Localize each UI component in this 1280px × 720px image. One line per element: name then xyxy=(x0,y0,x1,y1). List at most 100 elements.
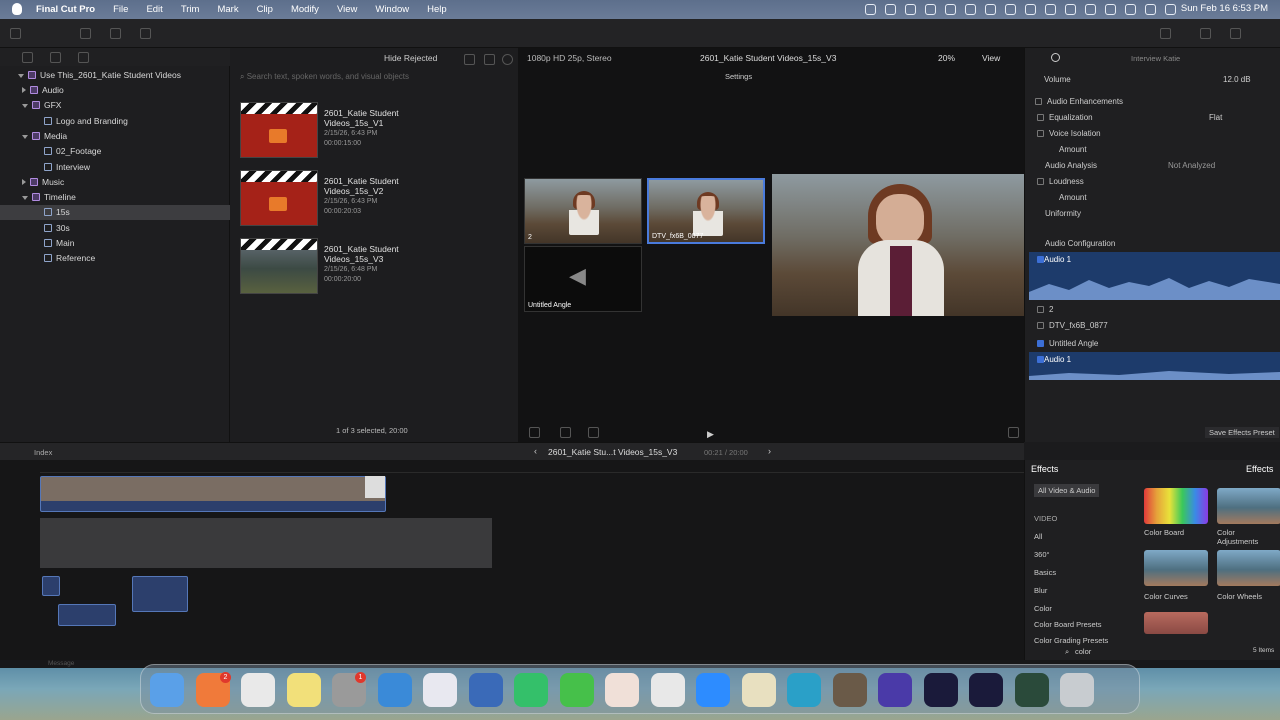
menu-window[interactable]: Window xyxy=(366,4,418,15)
messages-icon[interactable] xyxy=(559,673,594,707)
untitled-angle-checkbox[interactable] xyxy=(1037,340,1044,347)
angle-dtv[interactable]: DTV_fx6B_0877 xyxy=(647,178,765,244)
effect-thumb[interactable] xyxy=(1144,612,1208,634)
save-effects-preset-button[interactable]: Save Effects Preset xyxy=(1205,427,1279,438)
effects-category[interactable]: VIDEO xyxy=(1034,514,1057,523)
effects-category[interactable]: Basics xyxy=(1034,568,1056,577)
menu-help[interactable]: Help xyxy=(418,4,456,15)
audio-waveform[interactable]: Audio 1 xyxy=(1029,352,1280,380)
trash-icon[interactable] xyxy=(1060,673,1094,707)
library-root[interactable]: Use This_2601_Katie Student Videos xyxy=(0,68,230,83)
toolbar-icon[interactable] xyxy=(10,28,21,39)
freeform-icon[interactable] xyxy=(377,673,412,707)
loudness-checkbox[interactable] xyxy=(1037,178,1044,185)
library-icon[interactable] xyxy=(22,52,33,63)
app-icon[interactable] xyxy=(741,673,776,707)
color-adjustments-thumb[interactable] xyxy=(1217,488,1280,524)
status-icon[interactable] xyxy=(1105,4,1116,15)
sidebar-item-interview[interactable]: Interview xyxy=(0,160,230,175)
menubar-clock[interactable]: Sun Feb 16 6:53 PM xyxy=(1181,3,1268,14)
disclosure-icon[interactable] xyxy=(22,134,28,139)
angle-untitled[interactable]: ◀ Untitled Angle xyxy=(524,246,642,312)
status-icon[interactable] xyxy=(1085,4,1096,15)
color-curves-thumb[interactable] xyxy=(1144,550,1208,586)
sidebar-item-30s[interactable]: 30s xyxy=(0,221,230,236)
effects-category[interactable]: Color xyxy=(1034,604,1052,613)
sidebar-item-15s[interactable]: 15s xyxy=(0,205,230,221)
menu-trim[interactable]: Trim xyxy=(172,4,209,15)
clickup-icon[interactable] xyxy=(605,673,639,707)
photos-icon[interactable] xyxy=(50,52,61,63)
dtv-checkbox[interactable] xyxy=(1037,322,1044,329)
sidebar-item-timeline[interactable]: Timeline xyxy=(0,190,230,205)
search-icon[interactable] xyxy=(502,54,513,65)
toolbar-icon[interactable] xyxy=(1160,28,1171,39)
toolbar-icon[interactable] xyxy=(1200,28,1211,39)
sidebar-item-02-footage[interactable]: 02_Footage xyxy=(0,144,230,159)
angle-2-checkbox[interactable] xyxy=(1037,306,1044,313)
volume-value[interactable]: 12.0 dB xyxy=(1223,75,1251,84)
premiere-icon[interactable] xyxy=(969,673,1003,707)
status-icon[interactable] xyxy=(1025,4,1036,15)
connected-clip[interactable] xyxy=(132,576,188,612)
whatsapp-icon[interactable] xyxy=(514,673,548,707)
eq-checkbox[interactable] xyxy=(1037,114,1044,121)
timeline-ruler[interactable] xyxy=(40,463,1024,473)
interview-clip[interactable] xyxy=(58,604,116,626)
status-icon[interactable] xyxy=(965,4,976,15)
status-icon[interactable] xyxy=(1125,4,1136,15)
multicam-clip[interactable] xyxy=(40,476,386,512)
status-icon[interactable] xyxy=(1165,4,1176,15)
disclosure-icon[interactable] xyxy=(22,196,28,201)
index-button[interactable]: Index xyxy=(34,448,52,457)
status-icon[interactable] xyxy=(1045,4,1056,15)
crop-icon[interactable] xyxy=(560,427,571,438)
chrome-icon[interactable] xyxy=(241,673,275,707)
effects-category[interactable]: All Video & Audio xyxy=(1034,484,1100,497)
sidebar-item-logo-and-branding[interactable]: Logo and Branding xyxy=(0,114,230,129)
status-icon[interactable] xyxy=(885,4,896,15)
after-effects-icon[interactable] xyxy=(923,673,958,707)
status-icon[interactable] xyxy=(945,4,956,15)
preview-icon[interactable] xyxy=(423,673,457,707)
zoom-icon[interactable] xyxy=(696,673,730,707)
color-board-thumb[interactable] xyxy=(1144,488,1208,524)
status-icon[interactable] xyxy=(925,4,936,15)
status-icon[interactable] xyxy=(865,4,876,15)
effects-category[interactable]: Blur xyxy=(1034,586,1047,595)
sidebar-item-music[interactable]: Music xyxy=(0,175,230,190)
app-icon[interactable] xyxy=(878,673,912,707)
status-icon[interactable] xyxy=(1065,4,1076,15)
status-icon[interactable] xyxy=(985,4,996,15)
davinci-icon[interactable] xyxy=(1014,673,1049,707)
clip-thumbnail[interactable] xyxy=(240,102,318,158)
quicktime-icon[interactable] xyxy=(787,673,821,707)
apple-icon[interactable] xyxy=(12,3,22,15)
menu-clip[interactable]: Clip xyxy=(248,4,282,15)
effects-search-input[interactable]: color xyxy=(1075,647,1091,656)
menu-mark[interactable]: Mark xyxy=(208,4,247,15)
toolbar-icon[interactable] xyxy=(1230,28,1241,39)
angle-2[interactable]: 2 xyxy=(524,178,642,244)
viewer-main-image[interactable] xyxy=(772,174,1024,316)
disclosure-icon[interactable] xyxy=(22,178,26,185)
audio1b-checkbox[interactable] xyxy=(1037,356,1044,363)
view-menu[interactable]: View xyxy=(982,53,1000,63)
info-icon[interactable] xyxy=(1051,53,1060,62)
browser-search-input[interactable]: ⌕ Search text, spoken words, and visual … xyxy=(240,72,508,86)
connected-clip[interactable] xyxy=(42,576,60,596)
status-icon[interactable] xyxy=(1005,4,1016,15)
zoom-menu[interactable]: 20% xyxy=(938,53,955,63)
toolbar-icon[interactable] xyxy=(110,28,121,39)
play-icon[interactable]: ▶ xyxy=(707,429,714,440)
menu-file[interactable]: File xyxy=(104,4,137,15)
transform-icon[interactable] xyxy=(529,427,540,438)
clip-appearance-icon[interactable] xyxy=(484,54,495,65)
menu-view[interactable]: View xyxy=(328,4,366,15)
notes-icon[interactable] xyxy=(286,673,321,707)
browser-clip[interactable]: 2601_Katie Student Videos_15s_V2 2/15/26,… xyxy=(240,170,510,230)
menu-modify[interactable]: Modify xyxy=(282,4,328,15)
back-arrow-icon[interactable]: ‹ xyxy=(534,446,537,456)
audio1-checkbox[interactable] xyxy=(1037,256,1044,263)
disclosure-icon[interactable] xyxy=(18,74,24,78)
